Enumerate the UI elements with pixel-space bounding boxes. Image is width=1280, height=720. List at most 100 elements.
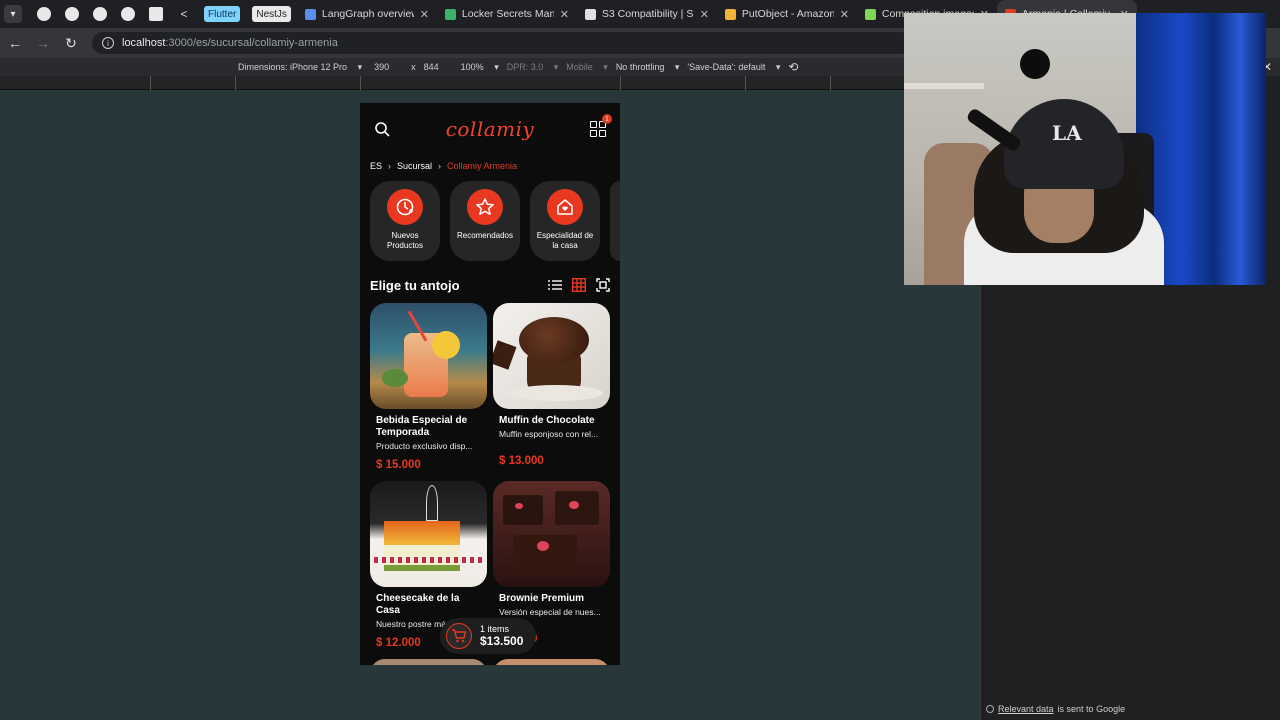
- pinned-tab-github-1[interactable]: [30, 0, 58, 28]
- rotate-icon[interactable]: ⟲: [788, 60, 798, 74]
- ruler-tick: [830, 76, 831, 90]
- mobile-label: Mobile: [566, 61, 593, 72]
- github-icon: [93, 7, 107, 21]
- section-header: Elige tu antojo: [360, 271, 620, 299]
- product-price: $ 13.000: [499, 455, 544, 467]
- view-toggle: [548, 278, 610, 292]
- pinned-tab-github-3[interactable]: [86, 0, 114, 28]
- breadcrumb-item[interactable]: Sucursal: [397, 161, 432, 171]
- floating-cart[interactable]: 1 items $13.500: [440, 618, 536, 654]
- product-image: [493, 481, 610, 587]
- forward-arrow-icon[interactable]: →: [36, 35, 50, 51]
- ruler: [0, 76, 980, 90]
- dpr-select[interactable]: DPR: 3.0 ▾: [507, 62, 559, 73]
- app-logo[interactable]: collamiy: [446, 117, 535, 141]
- relevant-data-link[interactable]: Relevant data: [998, 704, 1054, 714]
- zoom-select[interactable]: 100% ▾: [461, 62, 499, 73]
- dpr-label: DPR: 3.0: [506, 61, 544, 72]
- devtools-footer: Relevant data is sent to Google: [986, 704, 1125, 714]
- product-image: [370, 481, 487, 587]
- app-header: collamiy 1: [360, 103, 620, 155]
- category-label: Nuevos Productos: [386, 231, 424, 250]
- throttling-select[interactable]: No throttling ▾: [616, 62, 680, 73]
- url-path: :3000/es/sucursal/collamiy-armenia: [165, 37, 338, 49]
- category-card-partial[interactable]: [610, 181, 620, 261]
- footer-text: is sent to Google: [1057, 704, 1126, 714]
- list-view-icon[interactable]: [548, 279, 562, 291]
- shield-icon: [444, 8, 456, 20]
- cart-menu-icon[interactable]: 1: [590, 114, 612, 137]
- pinned-tab-notion[interactable]: [142, 0, 170, 28]
- device-height-input[interactable]: 844: [424, 62, 439, 72]
- product-card[interactable]: Muffin de Chocolate Muffin esponjoso con…: [493, 303, 610, 475]
- category-card[interactable]: Recomendados: [450, 181, 520, 261]
- ruler-tick: [235, 76, 236, 90]
- breadcrumb-current: Collamiy Armenia: [447, 161, 518, 171]
- share-icon: <: [180, 7, 188, 21]
- product-card[interactable]: Bebida Especial de Temporada Producto ex…: [370, 303, 487, 475]
- product-name: Cheesecake de la Casa: [376, 593, 460, 616]
- cart-total: $13.500: [480, 634, 524, 648]
- cart-count-badge: 1: [602, 114, 612, 124]
- tab-locker[interactable]: Locker Secrets Manager - ✕: [437, 0, 577, 28]
- site-info-icon[interactable]: i: [102, 37, 114, 49]
- github-icon: [121, 7, 135, 21]
- home-heart-icon: [547, 189, 583, 225]
- product-name: Brownie Premium: [499, 593, 585, 604]
- pinned-tab-github-4[interactable]: [114, 0, 142, 28]
- cap-logo: LA: [1052, 121, 1082, 145]
- webcam-lamp: [1020, 49, 1050, 79]
- category-card[interactable]: Nuevos Productos: [370, 181, 440, 261]
- category-label: Especialidad de la casa: [536, 231, 594, 250]
- clock-plus-icon: [387, 189, 423, 225]
- mobile-select[interactable]: Mobile ▾: [566, 62, 608, 73]
- product-name: Muffin de Chocolate: [499, 415, 595, 426]
- ruler-tick: [150, 76, 151, 90]
- tab-aws[interactable]: PutObject - Amazon Simp ✕: [717, 0, 857, 28]
- tab-label: Locker Secrets Manager -: [461, 8, 554, 20]
- product-name: Bebida Especial de Temporada: [376, 415, 468, 438]
- close-icon[interactable]: ✕: [840, 8, 849, 21]
- tab-label: S3 Compatibility | Supaba: [601, 8, 694, 20]
- fullscreen-icon[interactable]: [596, 278, 610, 292]
- product-image: [493, 303, 610, 409]
- close-icon[interactable]: ✕: [700, 8, 709, 21]
- device-select-label: Dimensions: iPhone 12 Pro: [238, 61, 348, 72]
- pinned-tab-share[interactable]: <: [170, 0, 198, 28]
- save-data-select[interactable]: 'Save-Data': default ▾: [687, 62, 780, 73]
- bolt-icon: [584, 8, 596, 20]
- product-description: Producto exclusivo disp...: [376, 441, 473, 451]
- breadcrumb: ES › Sucursal › Collamiy Armenia: [360, 155, 620, 177]
- tab-label: PutObject - Amazon Simp: [741, 8, 834, 20]
- device-width-input[interactable]: 390: [374, 62, 389, 72]
- search-icon[interactable]: [374, 121, 390, 137]
- category-card[interactable]: Especialidad de la casa: [530, 181, 600, 261]
- webcam-shelf: [904, 83, 984, 89]
- chevron-right-icon: ›: [388, 161, 392, 171]
- tab-langgraph[interactable]: LangGraph overview - Do ✕: [297, 0, 437, 28]
- category-carousel: Nuevos Productos Recomendados Especialid…: [360, 177, 620, 265]
- webcam-overlay: LA: [904, 13, 1266, 285]
- tab-label: LangGraph overview - Do: [321, 8, 414, 20]
- grid-view-icon[interactable]: [572, 278, 586, 292]
- chevron-right-icon: ›: [438, 161, 442, 171]
- product-image: [370, 303, 487, 409]
- save-data-label: 'Save-Data': default: [687, 61, 766, 72]
- url-field[interactable]: i localhost:3000/es/sucursal/collamiy-ar…: [92, 32, 912, 54]
- ruler-tick: [360, 76, 361, 90]
- reload-icon[interactable]: ↻: [64, 35, 78, 52]
- bookmark-nestjs[interactable]: NestJs: [252, 6, 291, 22]
- langgraph-icon: [304, 8, 316, 20]
- close-icon[interactable]: ✕: [420, 8, 429, 21]
- breadcrumb-item[interactable]: ES: [370, 161, 382, 171]
- mobile-viewport: collamiy 1 ES › Sucursal › Collamiy Arme…: [360, 103, 620, 665]
- bookmark-flutter[interactable]: Flutter: [204, 6, 241, 22]
- close-icon[interactable]: ✕: [560, 8, 569, 21]
- notion-icon: [149, 7, 163, 21]
- tab-supabase[interactable]: S3 Compatibility | Supaba ✕: [577, 0, 717, 28]
- device-select[interactable]: Dimensions: iPhone 12 Pro ▾: [238, 62, 362, 73]
- tab-search-button[interactable]: ▾: [4, 5, 22, 23]
- pinned-tab-github-2[interactable]: [58, 0, 86, 28]
- ruler-tick: [620, 76, 621, 90]
- back-arrow-icon[interactable]: ←: [8, 35, 22, 51]
